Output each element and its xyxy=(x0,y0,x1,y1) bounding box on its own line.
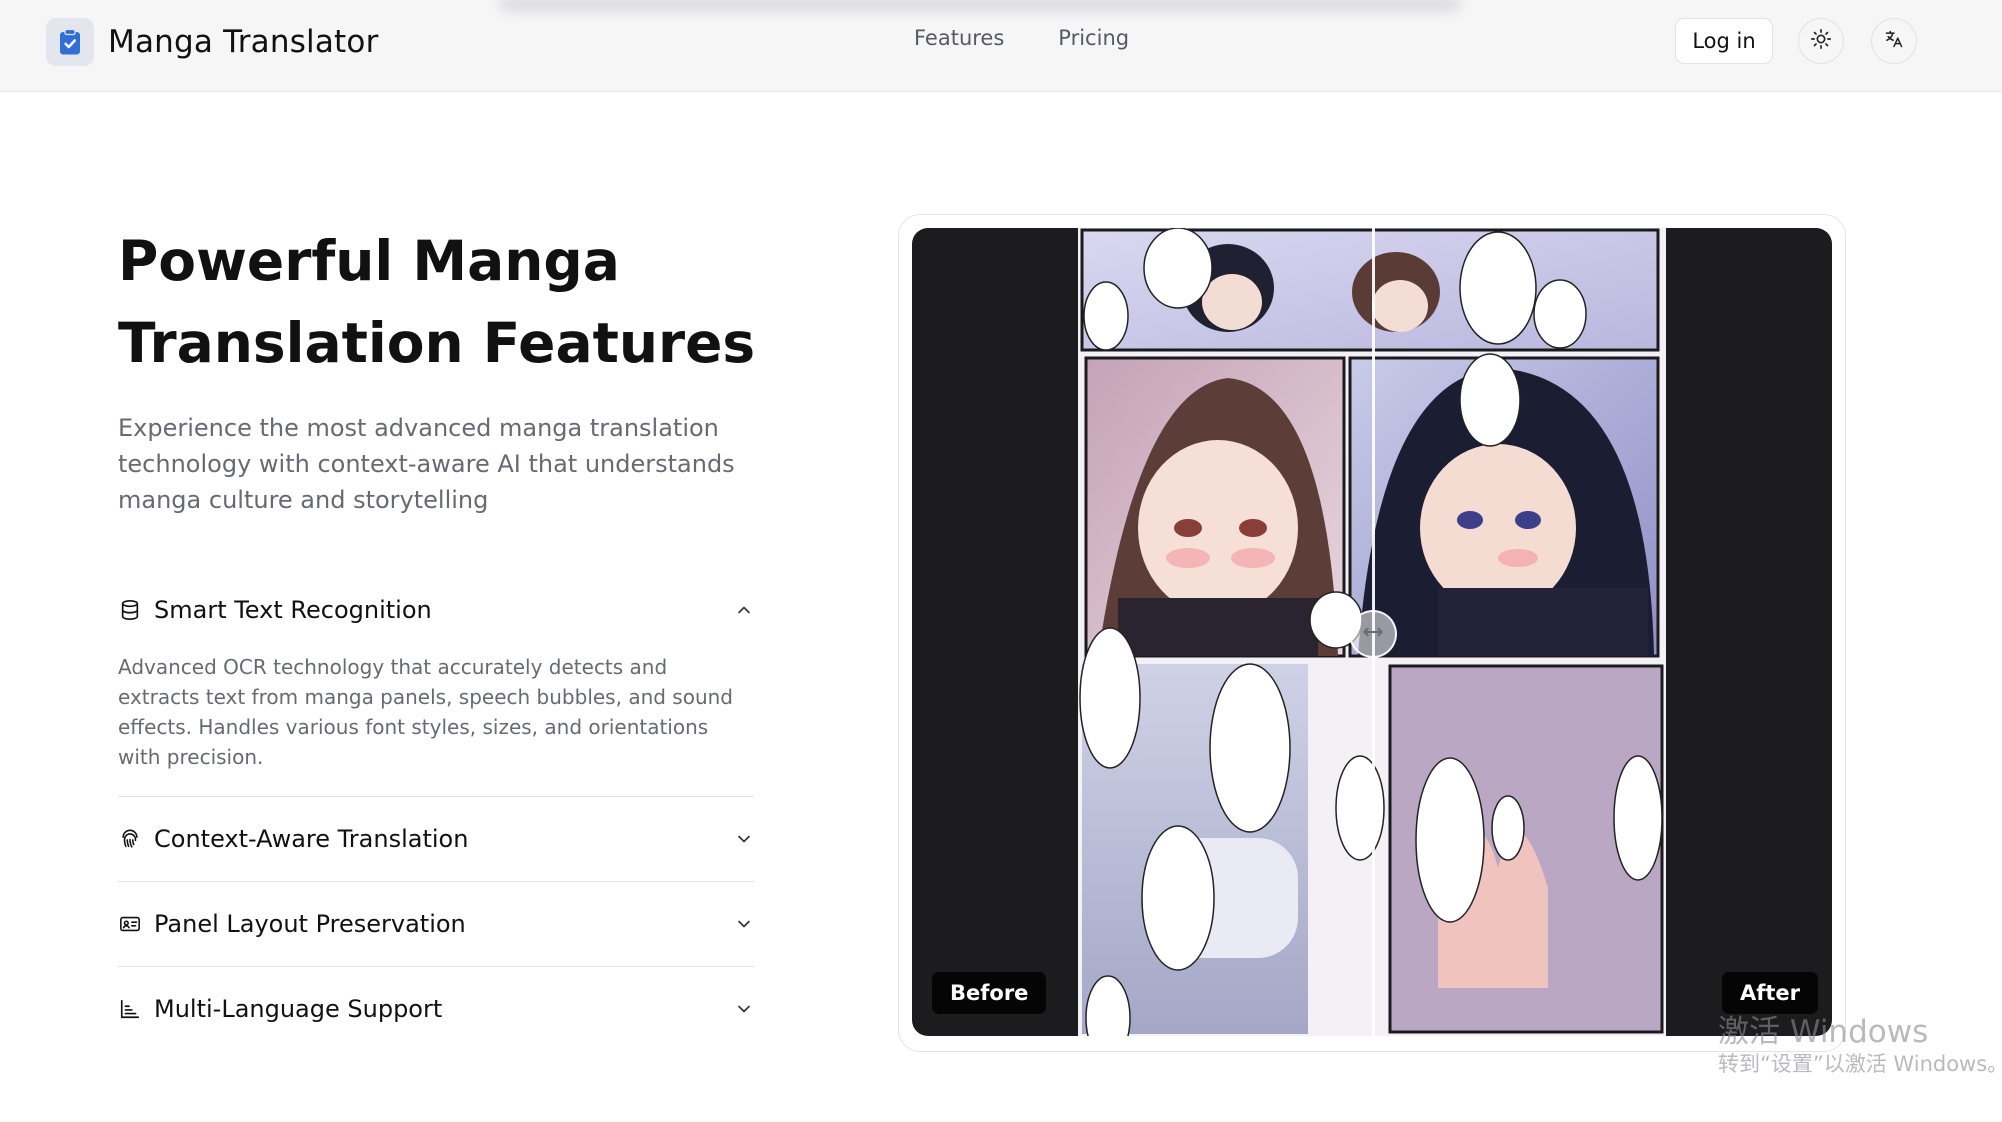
feature-item-context-aware-translation: Context-Aware Translation xyxy=(118,819,754,859)
feature-label: Smart Text Recognition xyxy=(154,596,432,624)
accordion-trigger-context-aware-translation[interactable]: Context-Aware Translation xyxy=(118,819,754,859)
accordion-trigger-panel-layout-preservation[interactable]: Panel Layout Preservation xyxy=(118,904,754,944)
slider-handle[interactable] xyxy=(1349,610,1397,658)
before-badge: Before xyxy=(932,972,1047,1014)
chevron-down-icon xyxy=(734,999,754,1019)
feature-label: Multi-Language Support xyxy=(154,995,443,1023)
id-card-icon xyxy=(118,912,142,936)
hero-subtitle: Experience the most advanced manga trans… xyxy=(118,414,735,514)
feature-item-smart-text-recognition: Smart Text Recognition Advanced OCR tech… xyxy=(118,590,754,772)
accordion-divider xyxy=(118,966,754,967)
nav-link-pricing[interactable]: Pricing xyxy=(1058,26,1129,50)
hero-title-line1: Powerful Manga xyxy=(118,229,620,293)
brand-title: Manga Translator xyxy=(108,24,379,60)
login-button[interactable]: Log in xyxy=(1675,18,1773,64)
chevron-up-icon xyxy=(734,600,754,620)
accordion-divider xyxy=(118,881,754,882)
header-blur-decoration xyxy=(500,0,1460,14)
theme-toggle-button[interactable] xyxy=(1798,18,1844,64)
windows-activation-watermark-subtitle: 转到“设置”以激活 Windows。 xyxy=(1718,1052,2002,1076)
feature-label: Panel Layout Preservation xyxy=(154,910,466,938)
nav-link-features[interactable]: Features xyxy=(914,26,1004,50)
chevron-down-icon xyxy=(734,829,754,849)
arrows-horizontal-icon xyxy=(1360,619,1386,649)
feature-item-multi-language-support: Multi-Language Support xyxy=(118,989,754,1029)
accordion-trigger-multi-language-support[interactable]: Multi-Language Support xyxy=(118,989,754,1029)
sun-icon xyxy=(1810,28,1832,54)
feature-label: Context-Aware Translation xyxy=(154,825,469,853)
bar-chart-icon xyxy=(118,997,142,1021)
database-icon xyxy=(118,598,142,622)
windows-activation-watermark-title: 激活 Windows xyxy=(1718,1014,1929,1050)
before-after-slider[interactable]: Before After xyxy=(912,228,1832,1036)
site-header: Manga Translator Features Pricing Log in xyxy=(0,0,2002,92)
main-nav: Features Pricing xyxy=(914,26,1129,50)
hero-title: Powerful Manga Translation Features xyxy=(118,220,818,384)
feature-description: Advanced OCR technology that accurately … xyxy=(118,655,733,769)
language-switch-button[interactable] xyxy=(1871,18,1917,64)
feature-item-panel-layout-preservation: Panel Layout Preservation xyxy=(118,904,754,944)
clipboard-check-icon xyxy=(46,18,94,66)
accordion-trigger-smart-text-recognition[interactable]: Smart Text Recognition xyxy=(118,590,754,630)
fingerprint-icon xyxy=(118,827,142,851)
accordion-divider xyxy=(118,796,754,797)
brand-link[interactable]: Manga Translator xyxy=(46,18,379,66)
translate-icon xyxy=(1884,29,1904,53)
hero-title-line2: Translation Features xyxy=(118,311,756,375)
chevron-down-icon xyxy=(734,914,754,934)
